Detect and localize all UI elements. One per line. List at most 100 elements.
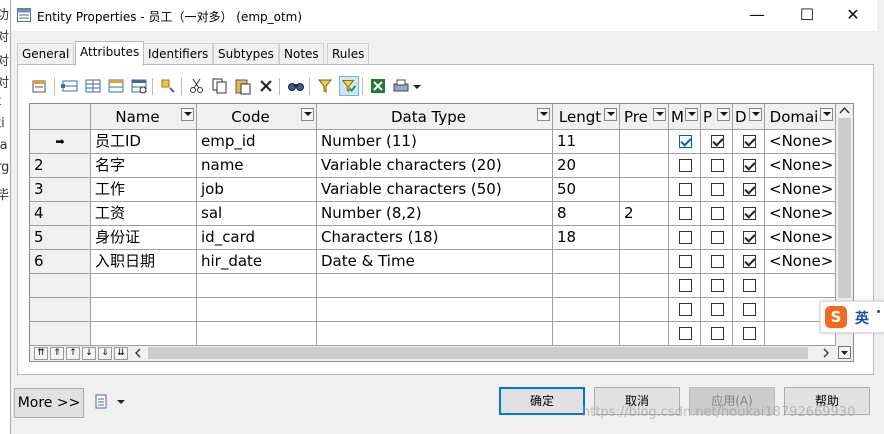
p-checkbox[interactable] xyxy=(711,231,724,244)
precision-cell[interactable] xyxy=(620,322,669,346)
code-cell[interactable]: job xyxy=(197,178,317,202)
scroll-up-icon[interactable] xyxy=(839,106,850,115)
row-header[interactable]: 5 xyxy=(30,226,91,250)
horizontal-scroll-thumb[interactable] xyxy=(148,347,808,359)
code-cell[interactable]: hir_date xyxy=(197,250,317,274)
type-cell[interactable]: Number (11) xyxy=(317,130,553,154)
m-checkbox-cell[interactable] xyxy=(669,130,701,154)
column-dropdown-icon[interactable] xyxy=(685,108,698,121)
d-checkbox[interactable] xyxy=(743,159,756,172)
type-cell[interactable] xyxy=(317,298,553,322)
m-checkbox[interactable] xyxy=(679,159,692,172)
document-menu-icon[interactable] xyxy=(94,394,110,410)
m-checkbox-cell[interactable] xyxy=(669,298,701,322)
column-dropdown-icon[interactable] xyxy=(301,108,314,121)
delete-icon[interactable] xyxy=(256,76,276,96)
d-checkbox[interactable] xyxy=(743,327,756,340)
row-header[interactable]: 4 xyxy=(30,202,91,226)
search-icon[interactable] xyxy=(286,76,306,96)
domain-header[interactable]: Domai xyxy=(765,104,836,130)
p-checkbox[interactable] xyxy=(711,207,724,220)
d-checkbox[interactable] xyxy=(743,231,756,244)
length-header[interactable]: Lengt xyxy=(553,104,620,130)
d-checkbox[interactable] xyxy=(743,207,756,220)
reuse-attributes-icon[interactable] xyxy=(129,76,149,96)
precision-cell[interactable] xyxy=(620,178,669,202)
length-cell[interactable] xyxy=(553,250,620,274)
paste-icon[interactable] xyxy=(233,76,253,96)
name-cell[interactable]: 工资 xyxy=(91,202,197,226)
column-dropdown-icon[interactable] xyxy=(717,108,730,121)
customize-columns-icon[interactable] xyxy=(339,76,359,96)
type-cell[interactable]: Number (8,2) xyxy=(317,202,553,226)
row-header[interactable] xyxy=(30,322,91,346)
column-dropdown-icon[interactable] xyxy=(749,108,762,121)
row-header[interactable] xyxy=(30,298,91,322)
more-button[interactable]: More >> xyxy=(14,388,84,418)
properties-icon[interactable] xyxy=(30,76,50,96)
row-header[interactable] xyxy=(30,274,91,298)
m-checkbox[interactable] xyxy=(679,255,692,268)
code-cell[interactable]: name xyxy=(197,154,317,178)
domain-cell[interactable]: <None> xyxy=(765,202,836,226)
domain-cell[interactable]: <None> xyxy=(765,178,836,202)
column-dropdown-icon[interactable] xyxy=(820,108,833,121)
data-type-header[interactable]: Data Type xyxy=(317,104,553,130)
length-cell[interactable] xyxy=(553,298,620,322)
primary-header[interactable]: P xyxy=(701,104,733,130)
m-checkbox-cell[interactable] xyxy=(669,226,701,250)
precision-cell[interactable] xyxy=(620,298,669,322)
tab-attributes[interactable]: Attributes xyxy=(75,41,145,66)
scroll-left-icon[interactable] xyxy=(134,348,142,358)
chevron-down-icon[interactable] xyxy=(411,76,423,96)
row-header[interactable]: 6 xyxy=(30,250,91,274)
name-cell[interactable]: 入职日期 xyxy=(91,250,197,274)
precision-cell[interactable] xyxy=(620,130,669,154)
type-cell[interactable] xyxy=(317,274,553,298)
tab-general[interactable]: General xyxy=(17,43,75,64)
row-header[interactable]: 3 xyxy=(30,178,91,202)
row-header[interactable]: ➡ xyxy=(30,130,91,154)
precision-header[interactable]: Pre xyxy=(620,104,669,130)
p-checkbox[interactable] xyxy=(711,255,724,268)
d-checkbox-cell[interactable] xyxy=(733,274,765,298)
p-checkbox-cell[interactable] xyxy=(701,154,733,178)
p-checkbox[interactable] xyxy=(711,303,724,316)
name-cell[interactable] xyxy=(91,298,197,322)
find-icon[interactable] xyxy=(158,76,178,96)
move-bottom-icon[interactable]: ⇊ xyxy=(114,347,128,360)
d-checkbox-cell[interactable] xyxy=(733,226,765,250)
type-cell[interactable]: Characters (18) xyxy=(317,226,553,250)
add-attributes-icon[interactable] xyxy=(106,76,126,96)
d-checkbox-cell[interactable] xyxy=(733,154,765,178)
length-cell[interactable] xyxy=(553,274,620,298)
ok-button[interactable]: 确定 xyxy=(499,387,585,415)
p-checkbox-cell[interactable] xyxy=(701,322,733,346)
m-checkbox-cell[interactable] xyxy=(669,202,701,226)
precision-cell[interactable] xyxy=(620,250,669,274)
type-cell[interactable]: Date & Time xyxy=(317,250,553,274)
close-button[interactable]: ✕ xyxy=(841,4,865,26)
horizontal-scrollbar[interactable]: ⇈ ⇑ ↑ ↓ ⇓ ⇊ xyxy=(30,345,836,361)
length-cell[interactable]: 20 xyxy=(553,154,620,178)
copy-icon[interactable] xyxy=(210,76,230,96)
code-cell[interactable] xyxy=(197,322,317,346)
m-checkbox-cell[interactable] xyxy=(669,154,701,178)
domain-cell[interactable]: <None> xyxy=(765,250,836,274)
m-checkbox[interactable] xyxy=(679,135,692,148)
excel-export-icon[interactable] xyxy=(368,76,388,96)
p-checkbox[interactable] xyxy=(711,327,724,340)
scroll-right-icon[interactable] xyxy=(822,348,830,358)
d-checkbox-cell[interactable] xyxy=(733,322,765,346)
p-checkbox[interactable] xyxy=(711,159,724,172)
m-checkbox[interactable] xyxy=(679,183,692,196)
p-checkbox-cell[interactable] xyxy=(701,298,733,322)
p-checkbox-cell[interactable] xyxy=(701,226,733,250)
length-cell[interactable]: 11 xyxy=(553,130,620,154)
print-icon[interactable] xyxy=(391,76,411,96)
domain-cell[interactable]: <None> xyxy=(765,154,836,178)
m-checkbox[interactable] xyxy=(679,231,692,244)
code-cell[interactable]: id_card xyxy=(197,226,317,250)
code-cell[interactable] xyxy=(197,274,317,298)
chevron-down-icon[interactable] xyxy=(116,398,126,406)
